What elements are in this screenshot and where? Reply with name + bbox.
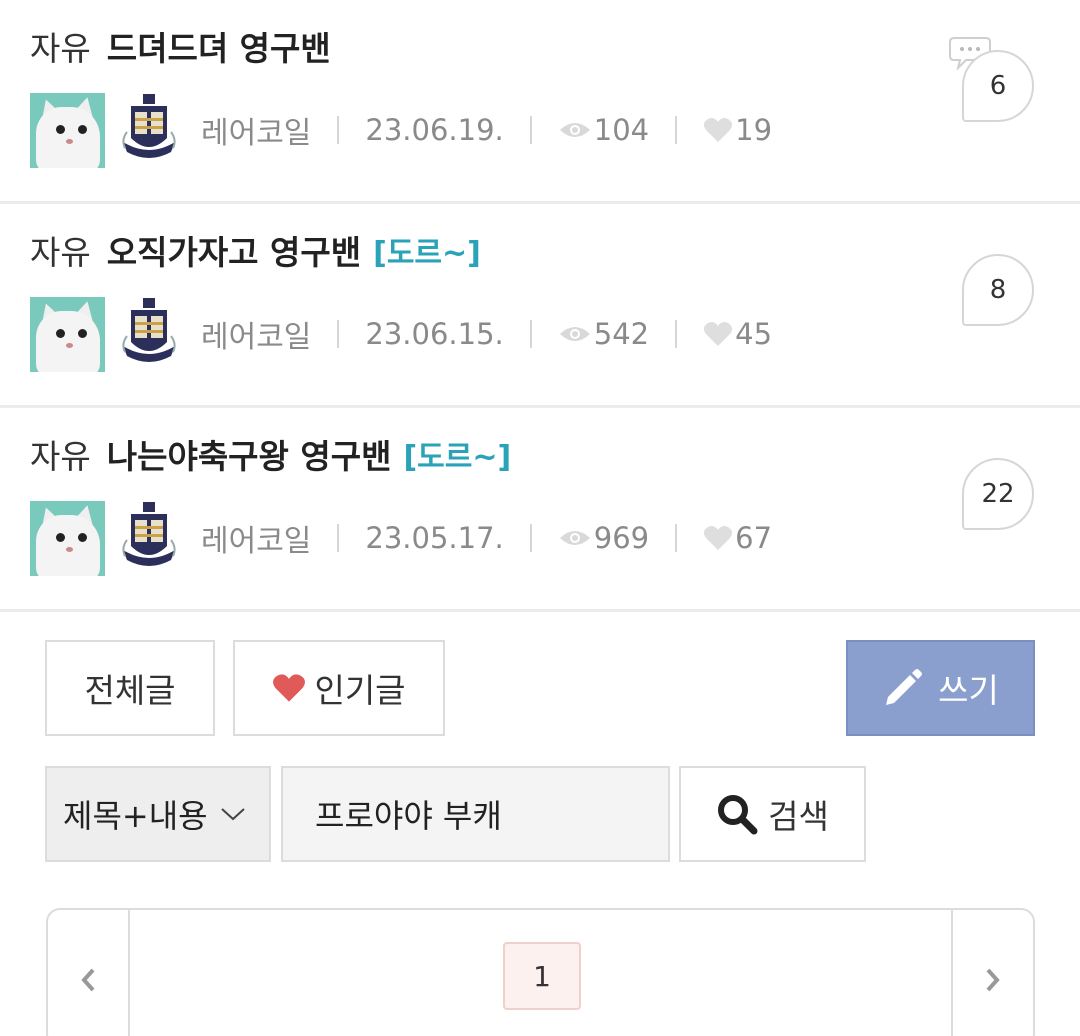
post-author[interactable]: 레어코일 [201, 312, 311, 356]
post-item[interactable]: 자유 오직가자고 영구밴 [도르~] 레어코일 23.06.15. 542 45… [0, 204, 1080, 408]
like-count: 19 [703, 113, 772, 147]
post-meta: 레어코일 23.06.15. 542 45 [30, 296, 772, 372]
avatar [30, 500, 105, 576]
view-count: 542 [558, 317, 649, 351]
view-count: 969 [558, 521, 649, 555]
post-title[interactable]: 나는야축구왕 영구밴 [107, 430, 392, 478]
divider [529, 116, 532, 144]
post-title-row[interactable]: 자유 오직가자고 영구밴 [도르~] [30, 226, 481, 274]
post-item[interactable]: 자유 드뎌드뎌 영구밴 레어코일 23.06.19. 104 19 6 [0, 0, 1080, 204]
pencil-icon [886, 669, 923, 705]
search-scope-value: 제목+내용 [63, 797, 208, 835]
view-count-value: 969 [593, 521, 650, 555]
all-posts-label: 전체글 [84, 671, 176, 710]
avatar [30, 92, 105, 168]
like-count: 67 [703, 521, 772, 555]
view-count-value: 542 [593, 317, 650, 351]
post-title[interactable]: 드뎌드뎌 영구밴 [107, 22, 331, 70]
like-count: 45 [703, 317, 772, 351]
post-author[interactable]: 레어코일 [201, 516, 311, 560]
search-scope-select[interactable]: 제목+내용 [45, 766, 271, 862]
post-title-row[interactable]: 자유 드뎌드뎌 영구밴 [30, 22, 331, 70]
like-count-value: 45 [735, 317, 773, 351]
crest-badge-icon [122, 94, 176, 158]
like-count-value: 67 [735, 521, 773, 555]
post-date: 23.06.19. [365, 113, 504, 147]
post-meta: 레어코일 23.05.17. 969 67 [30, 500, 772, 576]
view-count: 104 [558, 113, 649, 147]
popular-posts-button[interactable]: 인기글 [233, 640, 445, 736]
write-button[interactable]: 쓰기 [846, 640, 1035, 736]
divider [529, 320, 532, 348]
post-category: 자유 [30, 233, 91, 272]
heart-outline-icon [704, 526, 733, 550]
search-button[interactable]: 검색 [679, 766, 866, 862]
post-tag: [도르~] [403, 440, 512, 475]
crest-badge-icon [122, 298, 176, 362]
eye-icon [559, 123, 590, 137]
post-category: 자유 [30, 29, 91, 68]
write-label: 쓰기 [938, 671, 999, 710]
comment-count-bubble[interactable]: 22 [962, 458, 1034, 530]
heart-outline-icon [704, 118, 733, 142]
divider [337, 524, 340, 552]
post-author[interactable]: 레어코일 [201, 108, 311, 152]
chevron-down-icon [220, 808, 245, 821]
search-icon [718, 795, 758, 835]
view-count-value: 104 [593, 113, 650, 147]
divider [675, 524, 678, 552]
post-date: 23.06.15. [365, 317, 504, 351]
divider [337, 320, 340, 348]
post-meta: 레어코일 23.06.19. 104 19 [30, 92, 772, 168]
all-posts-button[interactable]: 전체글 [45, 640, 215, 736]
chevron-right-icon [986, 968, 1000, 992]
search-input[interactable] [281, 766, 670, 862]
post-item[interactable]: 자유 나는야축구왕 영구밴 [도르~] 레어코일 23.05.17. 969 6… [0, 408, 1080, 612]
divider [675, 320, 678, 348]
divider [529, 524, 532, 552]
next-page-button[interactable] [951, 910, 1033, 1036]
avatar [30, 296, 105, 372]
post-category: 자유 [30, 437, 91, 476]
post-date: 23.05.17. [365, 521, 504, 555]
heart-outline-icon [704, 322, 733, 346]
crest-badge-icon [122, 502, 176, 566]
popular-posts-label: 인기글 [314, 671, 406, 710]
chevron-left-icon [81, 968, 95, 992]
prev-page-button[interactable] [48, 910, 130, 1036]
divider [337, 116, 340, 144]
post-tag: [도르~] [373, 236, 481, 271]
heart-icon [273, 674, 306, 702]
divider [675, 116, 678, 144]
page-number-current[interactable]: 1 [503, 942, 581, 1010]
search-button-label: 검색 [768, 797, 829, 836]
eye-icon [559, 327, 590, 341]
eye-icon [559, 531, 590, 545]
post-title[interactable]: 오직가자고 영구밴 [107, 226, 361, 274]
post-title-row[interactable]: 자유 나는야축구왕 영구밴 [도르~] [30, 430, 511, 478]
comment-count-bubble[interactable]: 8 [962, 254, 1034, 326]
comment-count-bubble[interactable]: 6 [962, 50, 1034, 122]
pagination: 1 [46, 908, 1035, 1036]
like-count-value: 19 [735, 113, 773, 147]
